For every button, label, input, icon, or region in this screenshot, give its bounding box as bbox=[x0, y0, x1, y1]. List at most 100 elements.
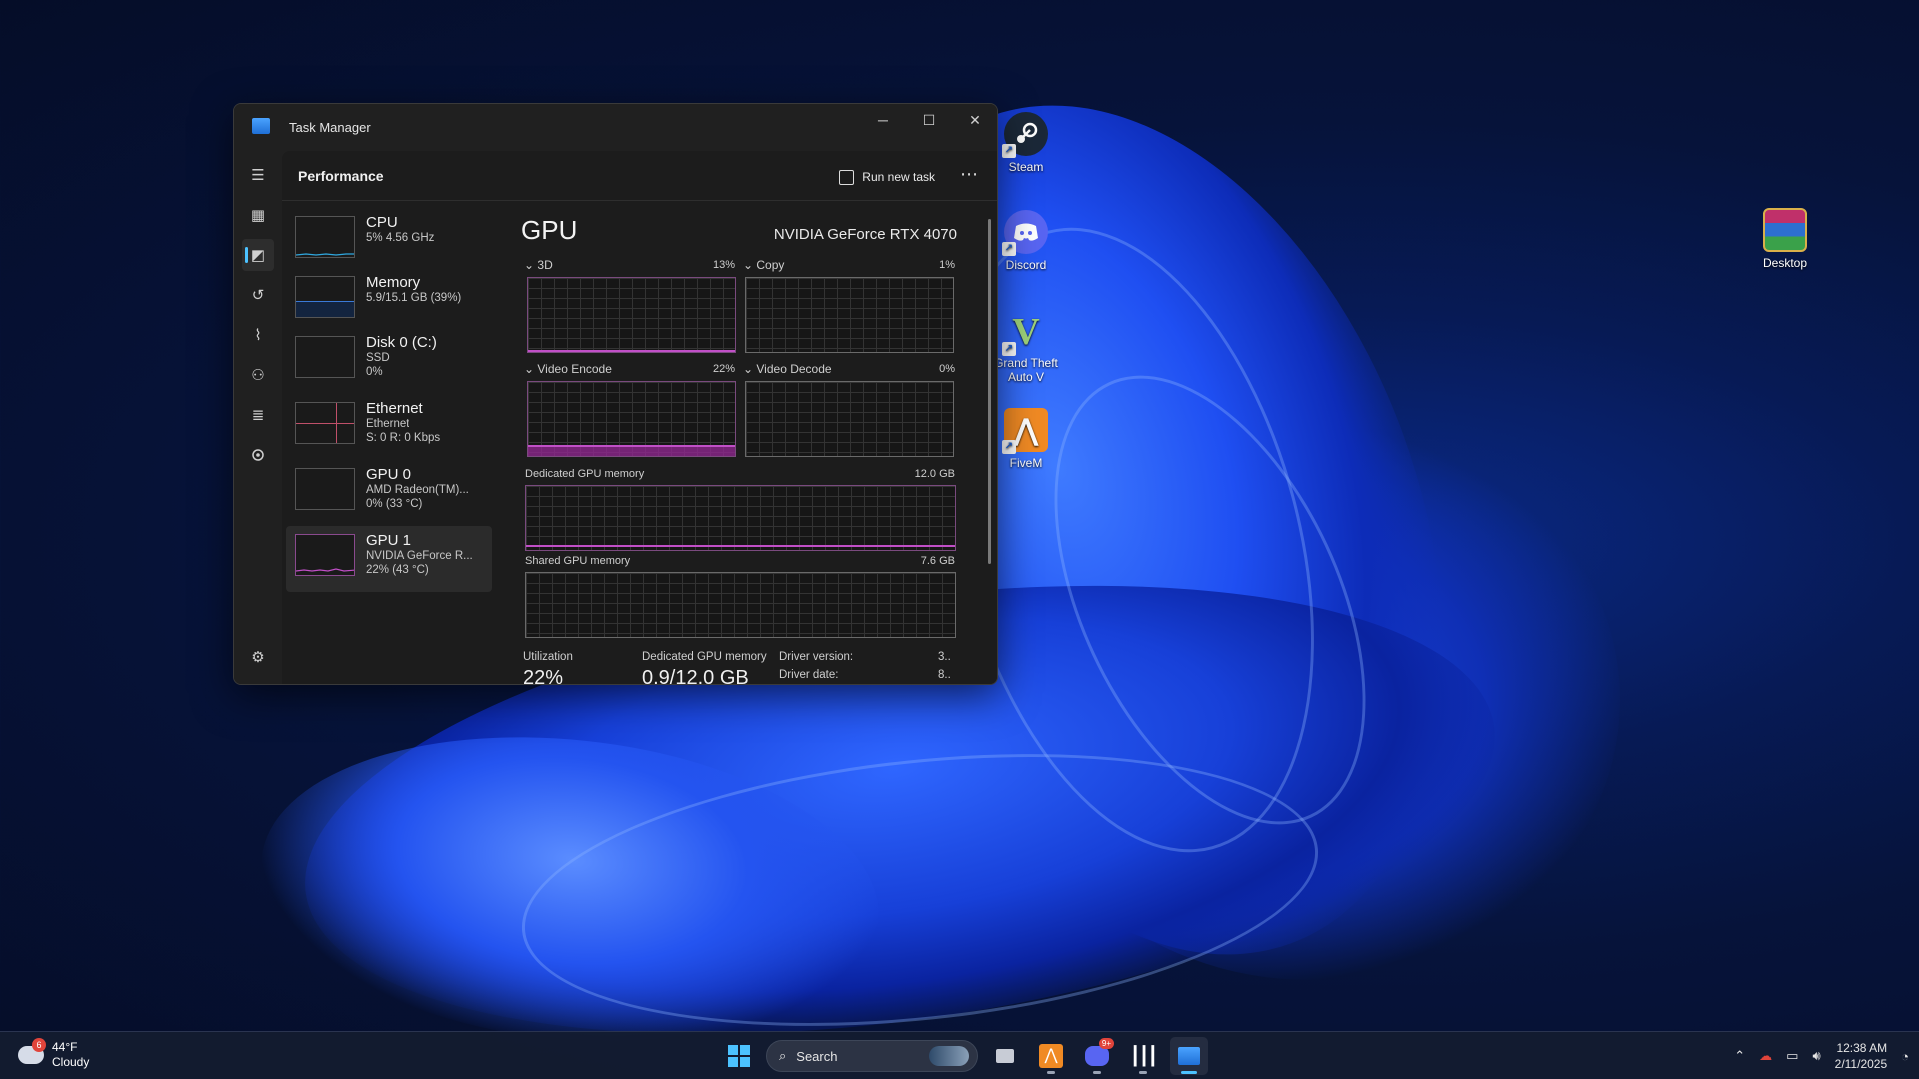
dedicated-memory-line bbox=[526, 545, 955, 547]
cpu-thumbnail bbox=[295, 216, 355, 258]
volume-icon[interactable]: 🔊︎ bbox=[1812, 1048, 1820, 1064]
app-history-icon[interactable]: ↺ bbox=[242, 279, 274, 311]
start-button[interactable] bbox=[720, 1037, 758, 1075]
run-task-icon bbox=[839, 169, 855, 185]
engine-label-video-decode[interactable]: ⌄ Video Decode bbox=[743, 362, 832, 376]
notification-icon[interactable]: ◔ bbox=[1901, 1049, 1909, 1064]
run-new-task-button[interactable]: Run new task bbox=[839, 165, 935, 189]
perf-item-memory[interactable]: Memory 5.9/15.1 GB (39%) bbox=[286, 268, 492, 328]
startup-apps-icon[interactable]: ⌇ bbox=[242, 319, 274, 351]
weather-badge: 6 bbox=[32, 1038, 46, 1052]
settings-icon[interactable]: ⚙ bbox=[242, 641, 274, 673]
taskbar-discord[interactable]: 9+ bbox=[1078, 1037, 1116, 1075]
engine-graph-video-encode bbox=[527, 381, 736, 457]
dedicated-memory-label: Dedicated GPU memory bbox=[525, 468, 645, 480]
equalizer-icon: ┃┃┃ bbox=[1129, 1045, 1158, 1066]
details-icon[interactable]: ≣ bbox=[242, 399, 274, 431]
taskbar-audio-app[interactable]: ┃┃┃ bbox=[1124, 1037, 1162, 1075]
cloud-sync-icon[interactable]: ☁ bbox=[1759, 1048, 1772, 1064]
weather-widget[interactable]: 6 44°F Cloudy bbox=[18, 1038, 90, 1070]
performance-glyph: ◩ bbox=[250, 247, 266, 264]
task-view-icon bbox=[996, 1049, 1014, 1063]
fivem-icon: ⋀ ↗ bbox=[1002, 408, 1048, 454]
close-button[interactable]: ✕ bbox=[952, 104, 997, 136]
perf-item-gpu0[interactable]: GPU 0 AMD Radeon(TM)... 0% (33 °C) bbox=[286, 460, 492, 526]
disk-thumbnail bbox=[295, 336, 355, 378]
perf-item-name: Ethernet bbox=[366, 400, 423, 417]
task-manager-icon bbox=[252, 118, 270, 134]
run-new-task-label: Run new task bbox=[862, 170, 935, 184]
perf-item-detail: 5.9/15.1 GB (39%) bbox=[366, 292, 462, 304]
perf-item-name: Memory bbox=[366, 274, 421, 291]
engine-percent-video-encode: 22% bbox=[712, 363, 735, 375]
clock[interactable]: 12:38 AM 2/11/2025 bbox=[1835, 1040, 1888, 1072]
memory-thumbnail bbox=[295, 276, 355, 318]
perf-item-detail: 5% 4.56 GHz bbox=[366, 232, 435, 244]
time: 12:38 AM bbox=[1836, 1041, 1888, 1055]
gpu-title: GPU bbox=[521, 215, 578, 245]
engine-label-3d[interactable]: ⌄ 3D bbox=[524, 258, 553, 272]
performance-icon[interactable]: ◩ bbox=[242, 239, 274, 271]
hamburger-menu-icon[interactable]: ☰ bbox=[242, 159, 274, 191]
engine-percent-video-decode: 0% bbox=[939, 363, 955, 375]
dedicated-stat-value: 0.9/12.0 GB bbox=[642, 667, 749, 685]
perf-item-cpu[interactable]: CPU 5% 4.56 GHz bbox=[286, 208, 492, 268]
gta-v-icon: V ↗ bbox=[1002, 310, 1048, 356]
title-bar[interactable]: Task Manager ─ ☐ ✕ bbox=[234, 104, 997, 151]
window-title: Task Manager bbox=[289, 120, 371, 135]
running-indicator bbox=[1093, 1071, 1101, 1074]
task-view-button[interactable] bbox=[986, 1037, 1024, 1075]
perf-item-disk[interactable]: Disk 0 (C:) SSD 0% bbox=[286, 328, 492, 394]
perf-item-name: CPU bbox=[366, 214, 398, 231]
engine-percent-3d: 13% bbox=[712, 259, 735, 271]
gpu-model: NVIDIA GeForce RTX 4070 bbox=[773, 226, 957, 243]
taskbar-task-manager[interactable] bbox=[1170, 1037, 1208, 1075]
processes-icon[interactable]: ▦ bbox=[242, 199, 274, 231]
dedicated-memory-max: 12.0 GB bbox=[914, 468, 955, 480]
page-title: Performance bbox=[298, 168, 384, 184]
cloud-icon: 6 bbox=[18, 1038, 46, 1064]
chevron-up-icon[interactable]: ⌃ bbox=[1734, 1048, 1745, 1064]
perf-item-gpu1[interactable]: GPU 1 NVIDIA GeForce R... 22% (43 °C) bbox=[286, 526, 492, 592]
weather-desc: Cloudy bbox=[52, 1055, 90, 1069]
weather-temp: 44°F bbox=[52, 1040, 78, 1054]
minimize-button[interactable]: ─ bbox=[860, 104, 906, 136]
maximize-button[interactable]: ☐ bbox=[906, 104, 952, 136]
engine-label-video-encode[interactable]: ⌄ Video Encode bbox=[524, 362, 612, 376]
active-indicator bbox=[245, 247, 248, 263]
perf-item-detail-2: S: 0 R: 0 Kbps bbox=[366, 432, 441, 444]
network-icon[interactable]: ▭ bbox=[1786, 1048, 1798, 1064]
desktop-icon-winrar[interactable]: Desktop bbox=[1743, 208, 1827, 270]
taskbar-fivem[interactable]: ⋀ bbox=[1032, 1037, 1070, 1075]
services-icon[interactable] bbox=[242, 439, 274, 471]
scrollbar[interactable] bbox=[988, 219, 991, 564]
system-tray: ⌃ ☁ ▭ 🔊︎ 12:38 AM 2/11/2025 ◔ bbox=[1734, 1032, 1909, 1079]
shared-memory-graph bbox=[525, 572, 956, 638]
more-options-button[interactable]: ⋯ bbox=[955, 164, 983, 188]
perf-item-detail-2: 22% (43 °C) bbox=[366, 564, 429, 576]
ethernet-thumbnail bbox=[295, 402, 355, 444]
active-indicator bbox=[1181, 1071, 1197, 1074]
performance-list: CPU 5% 4.56 GHz Memory 5.9/15.1 GB (39%)… bbox=[286, 208, 492, 592]
search-box[interactable]: ⌕ Search bbox=[766, 1040, 978, 1072]
search-highlight-image bbox=[929, 1046, 969, 1066]
engine-fill bbox=[528, 349, 735, 352]
users-icon[interactable]: ⚇ bbox=[242, 359, 274, 391]
taskbar-apps: ⌕ Search ⋀ 9+ ┃┃┃ bbox=[720, 1037, 1208, 1075]
shared-memory-max: 7.6 GB bbox=[920, 555, 955, 567]
dedicated-stat-label: Dedicated GPU memory bbox=[642, 651, 767, 663]
running-indicator bbox=[1047, 1071, 1055, 1074]
engine-percent-copy: 1% bbox=[939, 259, 955, 271]
sidebar: ☰ ▦ ◩ ↺ ⌇ ⚇ ≣ ⚙ bbox=[234, 151, 282, 684]
engine-label-copy[interactable]: ⌄ Copy bbox=[743, 258, 784, 272]
discord-badge: 9+ bbox=[1098, 1038, 1114, 1049]
shared-memory-label: Shared GPU memory bbox=[525, 555, 631, 567]
perf-item-ethernet[interactable]: Ethernet Ethernet S: 0 R: 0 Kbps bbox=[286, 394, 492, 460]
gpu0-thumbnail bbox=[295, 468, 355, 510]
steam-icon: ↗ bbox=[1002, 112, 1048, 158]
task-manager-icon bbox=[1178, 1047, 1200, 1065]
driver-date-value: 8.. bbox=[938, 669, 951, 681]
utilization-label: Utilization bbox=[523, 651, 573, 663]
perf-item-name: GPU 1 bbox=[366, 532, 412, 549]
search-icon: ⌕ bbox=[779, 1048, 787, 1063]
